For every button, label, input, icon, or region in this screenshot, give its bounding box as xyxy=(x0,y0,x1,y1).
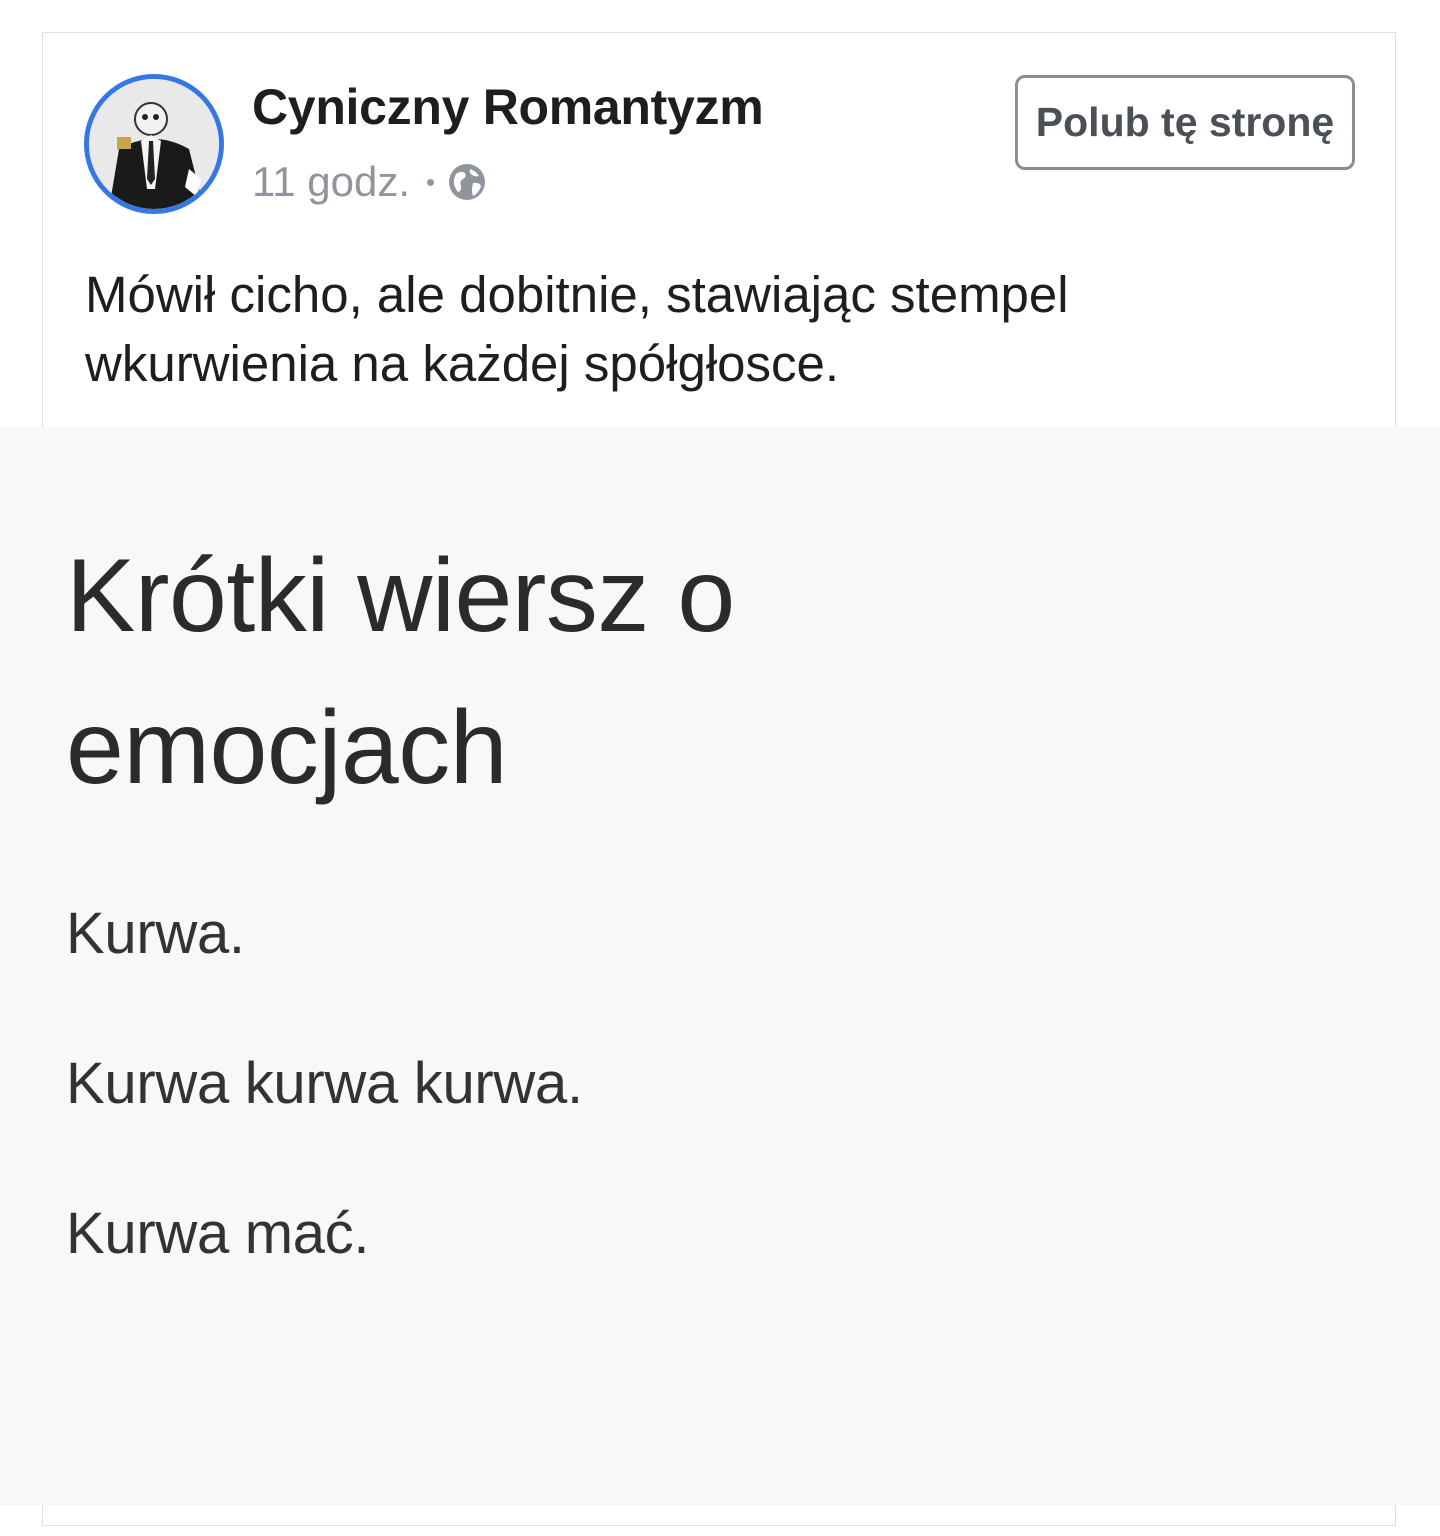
post-meta: 11 godz. • xyxy=(252,154,487,210)
avatar-image xyxy=(89,79,219,209)
page-name[interactable]: Cyniczny Romantyzm xyxy=(252,78,764,136)
page-avatar[interactable] xyxy=(84,74,224,214)
post-text-line: wkurwienia na każdej spółgłosce. xyxy=(85,335,840,392)
poem-line: Kurwa. xyxy=(66,901,245,966)
post-text-line: Mówił cicho, ale dobitnie, stawiając ste… xyxy=(85,266,1069,323)
poem-line: Kurwa kurwa kurwa. xyxy=(66,1051,583,1116)
poem-title: Krótki wiersz o emocjach xyxy=(66,520,735,824)
post-text: Mówił cicho, ale dobitnie, stawiając ste… xyxy=(85,260,1345,398)
poem-title-line: Krótki wiersz o xyxy=(66,538,735,654)
poem-title-line: emocjach xyxy=(66,690,508,806)
globe-icon xyxy=(447,162,487,202)
like-page-button[interactable]: Polub tę stronę xyxy=(1015,75,1355,170)
poem-line: Kurwa mać. xyxy=(66,1201,370,1266)
meta-separator: • xyxy=(426,166,436,197)
post-timestamp[interactable]: 11 godz. xyxy=(252,158,410,206)
